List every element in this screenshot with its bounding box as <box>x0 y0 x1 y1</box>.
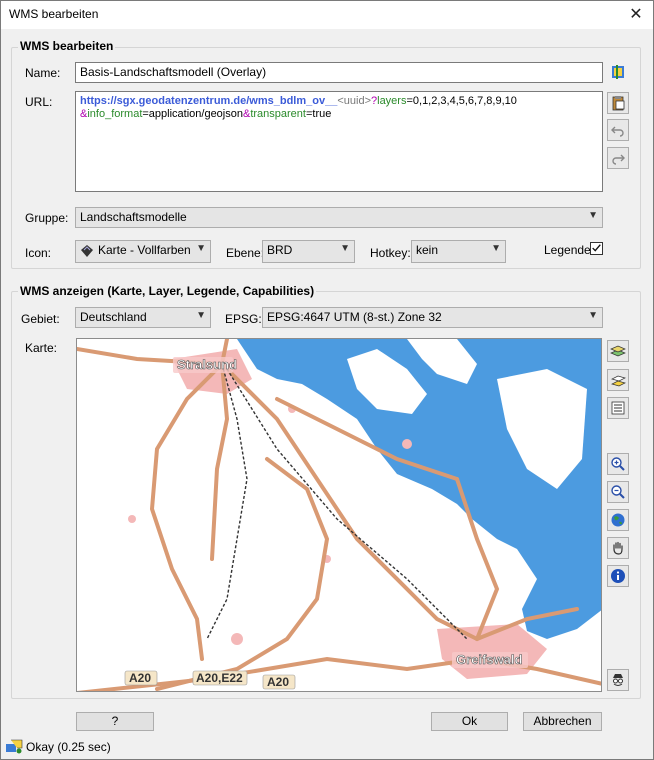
hotkey-select-value: kein <box>416 243 439 257</box>
name-label: Name: <box>25 66 61 80</box>
help-button[interactable]: ? <box>76 712 154 731</box>
list-icon <box>611 401 625 415</box>
layer-select[interactable]: BRD ▼ <box>262 240 355 263</box>
layers-button[interactable] <box>607 340 629 362</box>
window-title: WMS bearbeiten <box>9 7 99 21</box>
layer-select-value: BRD <box>267 243 293 257</box>
icon-label: Icon: <box>25 246 52 260</box>
url-key-transparent: transparent <box>250 108 306 120</box>
stralsund-label: Stralsund <box>177 357 237 372</box>
legend-label: Legende <box>544 243 591 257</box>
area-select-value: Deutschland <box>80 310 147 324</box>
group-label: Gruppe: <box>25 211 69 225</box>
undo-button[interactable] <box>607 119 629 141</box>
area-label: Gebiet: <box>21 312 60 326</box>
status-text: Okay (0.25 sec) <box>26 740 111 754</box>
cancel-button[interactable]: Abbrechen <box>523 712 602 731</box>
url-base: https://sgx.geodatenzentrum.de/wms_bdlm_… <box>80 95 338 107</box>
group-select[interactable]: Landschaftsmodelle ▼ <box>75 207 603 228</box>
paste-button[interactable] <box>607 92 629 114</box>
book-icon <box>612 65 624 79</box>
clipboard-icon <box>612 96 625 111</box>
edit-group-title: WMS bearbeiten <box>18 39 116 53</box>
status-bar: Okay (0.25 sec) <box>1 735 653 759</box>
chevron-down-icon: ▼ <box>196 243 206 254</box>
url-key-info: info_format <box>87 108 143 120</box>
chevron-down-icon: ▼ <box>196 310 206 321</box>
url-label: URL: <box>25 95 53 109</box>
layer-label: Ebene: <box>226 246 265 260</box>
title-bar: WMS bearbeiten ✕ <box>1 1 653 29</box>
checkmark-icon <box>592 244 601 252</box>
chevron-down-icon: ▼ <box>588 310 598 321</box>
map-view[interactable]: Stralsund Greifswald A20 A20,E22 A20 <box>76 338 602 692</box>
url-val-transparent: =true <box>305 108 332 120</box>
hamlet <box>128 515 136 523</box>
epsg-select-value: EPSG:4647 UTM (8-st.) Zone 32 <box>267 310 442 324</box>
zoom-in-button[interactable] <box>607 453 629 475</box>
chevron-down-icon: ▼ <box>588 210 598 221</box>
capabilities-button[interactable] <box>607 397 629 419</box>
url-field[interactable]: https://sgx.geodatenzentrum.de/wms_bdlm_… <box>75 91 603 192</box>
hamlet <box>402 439 412 449</box>
a20-right-label: A20 <box>267 675 289 689</box>
globe-button[interactable] <box>607 509 629 531</box>
redo-button[interactable] <box>607 147 629 169</box>
area-select[interactable]: Deutschland ▼ <box>75 307 211 328</box>
url-key-layers: layers <box>377 95 407 107</box>
zoom-out-icon <box>611 485 625 499</box>
close-icon[interactable]: ✕ <box>619 1 653 29</box>
info-button[interactable] <box>607 565 629 587</box>
epsg-select[interactable]: EPSG:4647 UTM (8-st.) Zone 32 ▼ <box>262 307 603 328</box>
undo-icon <box>611 126 624 137</box>
redo-icon <box>612 154 625 165</box>
hotkey-label: Hotkey: <box>370 246 411 260</box>
globe-icon <box>611 513 625 527</box>
name-field[interactable]: Basis-Landschaftsmodell (Overlay) <box>75 62 603 83</box>
zoom-in-icon <box>611 457 625 471</box>
icon-select[interactable]: Karte - Vollfarben ▼ <box>75 240 211 263</box>
epsg-label: EPSG: <box>225 312 262 326</box>
a20-left-label: A20 <box>129 671 151 685</box>
hand-icon <box>613 541 623 555</box>
pan-button[interactable] <box>607 537 629 559</box>
hamlet <box>231 633 243 645</box>
greifswald-label: Greifswald <box>456 652 523 667</box>
a20-e22-label: A20,E22 <box>196 671 243 685</box>
map-canvas[interactable]: Stralsund Greifswald A20 A20,E22 A20 <box>77 339 602 692</box>
map-label: Karte: <box>25 341 58 355</box>
info-icon <box>611 569 625 583</box>
chevron-down-icon: ▼ <box>491 243 501 254</box>
icon-select-value: Karte - Vollfarben <box>98 243 191 257</box>
diamond-icon <box>81 245 93 257</box>
url-uuid: <uuid> <box>337 95 371 107</box>
zoom-out-button[interactable] <box>607 481 629 503</box>
legend-checkbox[interactable] <box>590 242 603 255</box>
spy-icon <box>613 674 623 686</box>
show-group-title: WMS anzeigen (Karte, Layer, Legende, Cap… <box>18 284 317 298</box>
name-lookup-button[interactable] <box>607 61 629 83</box>
wms-edit-dialog: WMS bearbeiten ✕ WMS bearbeiten Name: Ba… <box>0 0 654 760</box>
spy-button[interactable] <box>607 669 629 691</box>
url-val-info: =application/geojson <box>142 108 243 120</box>
status-icon <box>6 739 23 754</box>
group-select-value: Landschaftsmodelle <box>80 210 187 224</box>
chevron-down-icon: ▼ <box>340 243 350 254</box>
hotkey-select[interactable]: kein ▼ <box>411 240 506 263</box>
layers-icon <box>610 345 626 357</box>
legend-button[interactable] <box>607 369 629 391</box>
legend-icon <box>611 375 626 387</box>
ok-button[interactable]: Ok <box>431 712 508 731</box>
url-val-layers: =0,1,2,3,4,5,6,7,8,9,10 <box>406 95 517 107</box>
